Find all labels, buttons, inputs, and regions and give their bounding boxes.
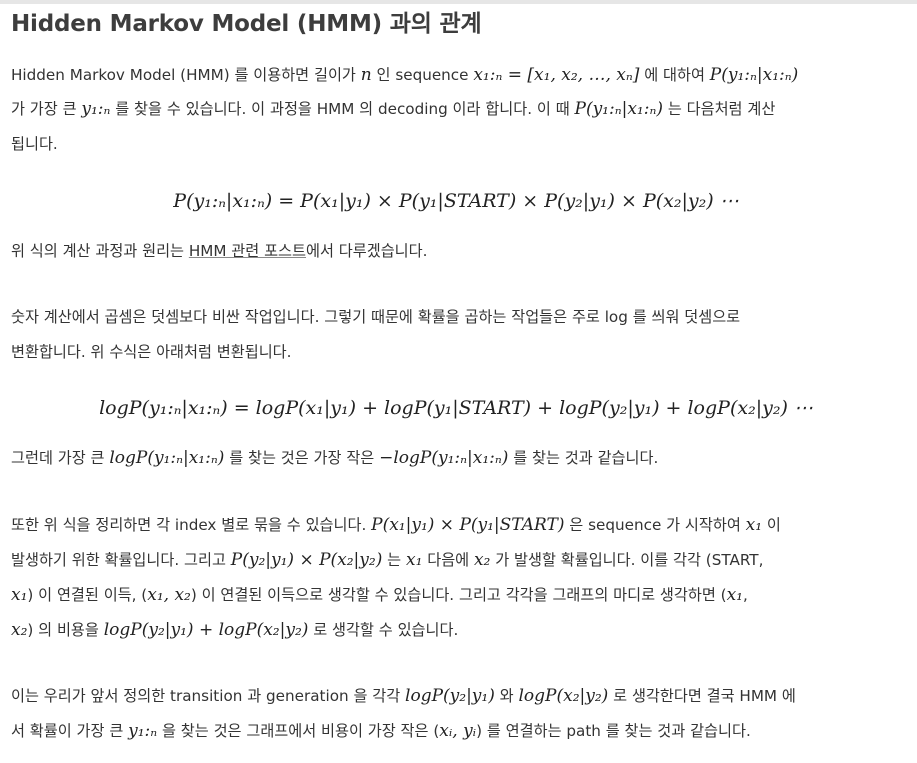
text: Hidden Markov Model (HMM) 를 이용하면 길이가: [11, 66, 361, 84]
paragraph-3-line-1: 숫자 계산에서 곱셈은 덧셈보다 비싼 작업입니다. 그렇기 때문에 확률을 곱…: [11, 308, 741, 326]
text: 에 대하여: [639, 66, 710, 84]
math-inline: x₁: [745, 515, 763, 535]
equation-2: logP(y₁:ₙ|x₁:ₙ) = logP(x₁|y₁) + logP(y₁|…: [99, 397, 813, 419]
text: 는: [382, 551, 406, 569]
text: 을 찾는 것은 그래프에서 비용이 가장 작은 (: [157, 722, 440, 740]
hmm-post-link[interactable]: HMM 관련 포스트: [189, 242, 306, 260]
paragraph-2: 위 식의 계산 과정과 원리는 HMM 관련 포스트에서 다루겠습니다.: [11, 240, 427, 262]
text: 로 생각한다면 결국 HMM 에: [608, 687, 796, 705]
math-inline: P(y₁:ₙ|x₁:ₙ): [709, 65, 799, 85]
paragraph-5-line-2: 발생하기 위한 확률입니다. 그리고 P(y₂|y₁) × P(x₂|y₂) 는…: [11, 549, 763, 571]
paragraph-1-line-1: Hidden Markov Model (HMM) 를 이용하면 길이가 n 인…: [11, 64, 798, 86]
text: 는 다음처럼 계산: [663, 100, 776, 118]
text: 를 찾는 것은 가장 작은: [224, 449, 380, 467]
text: 를 찾는 것과 같습니다.: [508, 449, 659, 467]
math-inline: x₁: [726, 585, 743, 605]
paragraph-6-line-1: 이는 우리가 앞서 정의한 transition 과 generation 을 …: [11, 685, 796, 707]
text: 로 생각할 수 있습니다.: [308, 621, 459, 639]
text: 를 찾을 수 있습니다. 이 과정을 HMM 의 decoding 이라 합니다…: [110, 100, 575, 118]
text: ,: [742, 586, 748, 604]
text: 인 sequence: [371, 66, 474, 84]
text: 가 가장 큰: [11, 100, 82, 118]
math-inline: logP(x₂|y₂): [518, 686, 609, 706]
math-inline: n: [360, 65, 372, 85]
math-inline: −logP(y₁:ₙ|x₁:ₙ): [379, 448, 509, 468]
paragraph-3-line-2: 변환합니다. 위 수식은 아래처럼 변환됩니다.: [11, 343, 292, 361]
text: 이: [762, 516, 781, 534]
text: 에서 다루겠습니다.: [306, 242, 428, 260]
paragraph-4: 그런데 가장 큰 logP(y₁:ₙ|x₁:ₙ) 를 찾는 것은 가장 작은 −…: [11, 447, 658, 469]
text: 다음에: [422, 551, 474, 569]
math-inline: logP(y₂|y₁) + logP(x₂|y₂): [103, 620, 309, 640]
math-inline: x₁:ₙ = [x₁, x₂, …, xₙ]: [473, 65, 640, 85]
text: 서 확률이 가장 큰: [11, 722, 129, 740]
text: 가 발생할 확률입니다. 이를 각각 (START,: [490, 551, 764, 569]
math-inline: logP(y₂|y₁): [405, 686, 495, 706]
text: 은 sequence 가 시작하여: [564, 516, 746, 534]
paragraph-1-line-3: 됩니다.: [11, 133, 58, 155]
text: 됩니다.: [11, 135, 58, 153]
math-inline: P(y₁:ₙ|x₁:ₙ): [574, 99, 664, 119]
text: ) 를 연결하는 path 를 찾는 것과 같습니다.: [476, 722, 751, 740]
text: 와: [494, 687, 519, 705]
text: ) 의 비용을: [27, 621, 104, 639]
section-title: Hidden Markov Model (HMM) 과의 관계: [11, 11, 482, 37]
text: 그런데 가장 큰: [11, 449, 110, 467]
text: 발생하기 위한 확률입니다. 그리고: [11, 551, 231, 569]
paragraph-5-line-4: x₂) 의 비용을 logP(y₂|y₁) + logP(x₂|y₂) 로 생각…: [11, 619, 458, 641]
paragraph-5-line-1: 또한 위 식을 정리하면 각 index 별로 묶을 수 있습니다. P(x₁|…: [11, 514, 781, 536]
text: 위 식의 계산 과정과 원리는: [11, 242, 189, 260]
math-inline: P(x₁|y₁) × P(y₁|START): [371, 515, 565, 535]
math-inline: y₁:ₙ: [128, 721, 158, 741]
paragraph-1-line-2: 가 가장 큰 y₁:ₙ 를 찾을 수 있습니다. 이 과정을 HMM 의 dec…: [11, 98, 775, 120]
math-inline: x₂: [473, 550, 491, 570]
text: ) 이 연결된 이득, (: [27, 586, 148, 604]
math-inline: xᵢ, yᵢ: [439, 721, 477, 741]
math-inline: y₁:ₙ: [81, 99, 111, 119]
math-inline: x₂: [11, 620, 28, 640]
equation-1: P(y₁:ₙ|x₁:ₙ) = P(x₁|y₁) × P(y₁|START) × …: [173, 190, 739, 212]
math-inline: P(y₂|y₁) × P(x₂|y₂): [230, 550, 383, 570]
paragraph-6-line-2: 서 확률이 가장 큰 y₁:ₙ 을 찾는 것은 그래프에서 비용이 가장 작은 …: [11, 720, 751, 742]
text: 이는 우리가 앞서 정의한 transition 과 generation 을 …: [11, 687, 406, 705]
text: ) 이 연결된 이득으로 생각할 수 있습니다. 그리고 각각을 그래프의 마디…: [190, 586, 727, 604]
text: 또한 위 식을 정리하면 각 index 별로 묶을 수 있습니다.: [11, 516, 372, 534]
math-inline: x₁: [11, 585, 28, 605]
math-inline: logP(y₁:ₙ|x₁:ₙ): [109, 448, 225, 468]
math-inline: x₁: [405, 550, 423, 570]
math-inline: x₁, x₂: [147, 585, 191, 605]
paragraph-5-line-3: x₁) 이 연결된 이득, (x₁, x₂) 이 연결된 이득으로 생각할 수 …: [11, 584, 748, 606]
